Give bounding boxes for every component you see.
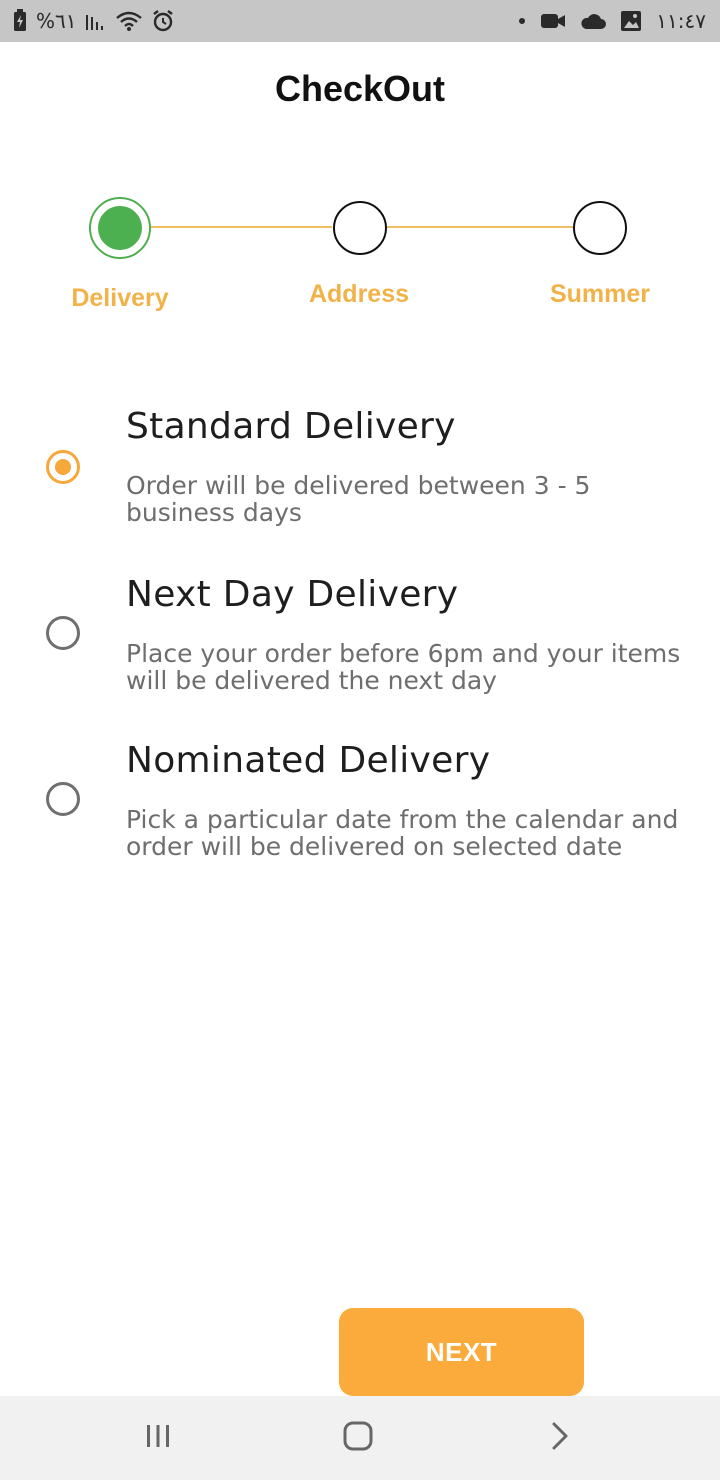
back-button[interactable] (500, 1396, 620, 1480)
status-left: %٦١ (12, 8, 175, 34)
step-summary-indicator[interactable] (573, 201, 627, 255)
battery-icon (12, 9, 28, 33)
wifi-icon (115, 10, 143, 32)
signal-icon (85, 11, 107, 31)
step-connector (386, 226, 574, 228)
step-label-delivery[interactable]: Delivery (20, 284, 220, 313)
home-icon (342, 1420, 374, 1457)
option-description: Order will be delivered between 3 - 5 bu… (126, 471, 591, 527)
radio-standard-delivery[interactable] (46, 450, 80, 484)
step-address-indicator[interactable] (333, 201, 387, 255)
option-title: Next Day Delivery (126, 574, 459, 615)
step-connector (150, 226, 332, 228)
option-description: Place your order before 6pm and your ite… (126, 639, 681, 695)
radio-next-day-delivery[interactable] (46, 616, 80, 650)
battery-percent: %٦١ (36, 9, 77, 33)
next-button[interactable]: NEXT (339, 1308, 584, 1396)
radio-nominated-delivery[interactable] (46, 782, 80, 816)
notification-dot-icon (518, 17, 526, 25)
clock: ١١:٤٧ (656, 9, 706, 33)
recent-apps-icon (143, 1421, 173, 1456)
option-description: Pick a particular date from the calendar… (126, 805, 679, 861)
step-label-summary[interactable]: Summer (500, 280, 700, 309)
status-right: ١١:٤٧ (518, 8, 706, 34)
status-bar: %٦١ ١١:٤٧ (0, 0, 720, 42)
step-active-dot (98, 206, 142, 250)
alarm-icon (151, 9, 175, 33)
back-icon (548, 1420, 572, 1457)
step-label-address[interactable]: Address (259, 280, 459, 309)
recent-apps-button[interactable] (98, 1396, 218, 1480)
video-camera-icon (540, 12, 566, 30)
option-title: Nominated Delivery (126, 740, 491, 781)
page-title: CheckOut (274, 68, 446, 109)
option-title: Standard Delivery (126, 406, 456, 447)
checkout-stepper: Delivery Address Summer (0, 190, 720, 320)
home-button[interactable] (298, 1396, 418, 1480)
image-icon (620, 10, 642, 32)
system-nav-bar (0, 1396, 720, 1480)
step-delivery-indicator[interactable] (89, 197, 151, 259)
radio-selected-dot (55, 459, 71, 475)
cloud-icon (580, 12, 607, 30)
